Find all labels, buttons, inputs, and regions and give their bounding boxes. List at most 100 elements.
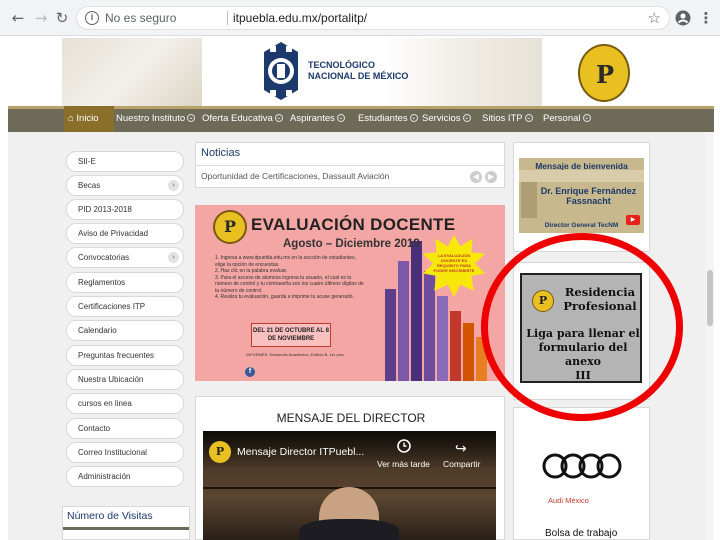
sidebar-item-label: Certificaciones ITP (78, 302, 146, 311)
url-text[interactable]: itpuebla.edu.mx/portalitp/ (233, 11, 367, 25)
menu-item-oferta-educativa[interactable]: Oferta Educativa ⌄ (202, 113, 283, 124)
sidebar-item-contacto[interactable]: Contacto (66, 418, 184, 439)
sidebar-item-label: cursos en linea (78, 399, 132, 408)
sidebar-item-label: Correo Institucional (78, 448, 147, 457)
pencil-graphic (398, 261, 409, 381)
evaluation-info: INFORMES: Desarrollo Académico, Edificio… (246, 352, 344, 357)
name-line: Fassnacht (566, 196, 611, 206)
video-frame (299, 519, 399, 540)
sidebar-item-label: SII-E (78, 157, 96, 166)
facebook-icon[interactable]: f (245, 367, 255, 377)
director-title: MENSAJE DEL DIRECTOR (276, 411, 426, 425)
welcome-banner[interactable]: Mensaje de bienvenida Dr. Enrique Fernán… (519, 158, 644, 233)
prev-news-button[interactable]: ◀ (470, 171, 482, 183)
menu-item-inicio-label[interactable]: ⌂ Inicio (68, 113, 99, 124)
menu-item-nuestro-instituto[interactable]: Nuestro Instituto ⌄ (116, 113, 196, 124)
menu-label: Sitios ITP (482, 113, 523, 124)
menu-item-estudiantes[interactable]: Estudiantes ⌄ (358, 113, 418, 124)
sidebar-item-label: Calendario (78, 326, 117, 335)
pencil-graphic (463, 323, 474, 381)
watch-later-button[interactable]: Ver más tarde (377, 459, 430, 469)
visits-title: Número de Visitas (67, 510, 153, 522)
sidebar-item-becas[interactable]: Becas › (66, 175, 184, 196)
pencil-graphic (411, 241, 422, 381)
video-player[interactable]: P Mensaje Director ITPuebl... Ver más ta… (203, 431, 496, 540)
evaluation-period: Agosto – Diciembre 2019 (283, 238, 420, 250)
logo-letter: P (215, 445, 225, 458)
menu-item-aspirantes[interactable]: Aspirantes ⌄ (290, 113, 345, 124)
menu-item-sitios-itp[interactable]: Sitios ITP ⌄ (482, 113, 533, 124)
sidebar-item-label: Preguntas frecuentes (78, 351, 155, 360)
audi-logo[interactable] (541, 452, 625, 480)
menu-label: Servicios (422, 113, 461, 124)
reload-button[interactable]: ↻ (54, 10, 70, 26)
starburst-text: LA EVALUACIÓN DOCENTE ES REQUISITO PARA … (433, 253, 475, 273)
channel-logo[interactable]: P (209, 441, 231, 463)
job-board-caption[interactable]: Bolsa de trabajo (545, 528, 617, 539)
star-icon[interactable]: ☆ (648, 9, 661, 27)
pencil-graphic (424, 271, 435, 381)
forward-button[interactable]: → (33, 10, 49, 26)
menu-item-personal[interactable]: Personal ⌄ (543, 113, 591, 124)
itp-logo[interactable]: P (578, 44, 630, 102)
institution-name: TECNOLÓGICO NACIONAL DE MÉXICO (308, 60, 408, 82)
share-icon[interactable]: ↪ (455, 440, 467, 457)
evaluation-banner[interactable]: P EVALUACIÓN DOCENTE Agosto – Diciembre … (195, 205, 505, 381)
sidebar-item-label: Contacto (78, 424, 111, 433)
highlight-circle (481, 233, 683, 421)
sidebar-item-label: Nuestra Ubicación (78, 375, 144, 384)
sidebar-item-correo[interactable]: Correo Institucional (66, 442, 184, 463)
share-button[interactable]: Compartir (443, 459, 480, 469)
sidebar-item-reglamentos[interactable]: Reglamentos (66, 272, 184, 293)
institution-line: NACIONAL DE MÉXICO (308, 71, 409, 81)
profile-icon[interactable] (675, 10, 691, 26)
scrollbar-thumb[interactable] (707, 270, 713, 326)
menu-label: Inicio (76, 113, 99, 124)
sidebar-item-label: Becas (78, 181, 101, 190)
browser-toolbar: ← → ↻ i No es seguro itpuebla.edu.mx/por… (0, 0, 720, 36)
sidebar-item-ubicacion[interactable]: Nuestra Ubicación (66, 369, 184, 390)
sidebar-item-certificaciones[interactable]: Certificaciones ITP (66, 296, 184, 317)
security-status[interactable]: No es seguro (105, 11, 176, 25)
menu-label: Personal (543, 113, 581, 124)
menu-item-servicios[interactable]: Servicios ⌄ (422, 113, 471, 124)
deadline-box: DEL 21 DE OCTUBRE AL 8 DE NOVIEMBRE (251, 323, 331, 347)
pencil-graphic (437, 296, 448, 381)
back-button[interactable]: ← (10, 10, 26, 26)
step-text: 4. Realiza tu evaluación, guarda e impri… (215, 294, 354, 300)
tecnm-logo[interactable] (260, 40, 302, 102)
news-title: Noticias (201, 147, 241, 159)
video-title[interactable]: Mensaje Director ITPuebl... (237, 446, 364, 458)
clock-icon[interactable] (397, 439, 411, 453)
separator (227, 11, 228, 25)
banner-stripe (519, 170, 644, 182)
menu-label: Nuestro Instituto (116, 113, 186, 124)
audi-brand: Audi México (548, 496, 589, 505)
news-panel: Noticias Oportunidad de Certificaciones,… (195, 142, 505, 188)
name-line: Dr. Enrique Fernández (540, 186, 637, 196)
menu-icon[interactable]: ⋮ (698, 10, 714, 26)
step-text: 3. Para el acceso de alumnos ingresa tu … (215, 274, 364, 294)
itp-logo: P (213, 210, 247, 244)
audi-brand-text: Audi México (548, 496, 589, 505)
sidebar-item-pid[interactable]: PID 2013-2018 (66, 199, 184, 220)
info-icon[interactable]: i (85, 11, 99, 25)
institution-line: TECNOLÓGICO (308, 60, 375, 70)
address-bar[interactable]: i No es seguro itpuebla.edu.mx/portalitp… (76, 6, 670, 30)
chevron-down-icon: ⌄ (582, 114, 591, 123)
chevron-right-icon: › (168, 180, 179, 191)
news-headline[interactable]: Oportunidad de Certificaciones, Dassault… (201, 171, 389, 181)
sidebar-item-preguntas[interactable]: Preguntas frecuentes (66, 345, 184, 366)
youtube-icon[interactable]: ▶ (626, 215, 640, 225)
page-scrollbar[interactable] (706, 132, 714, 540)
visits-panel: Número de Visitas (62, 506, 190, 540)
sidebar-item-calendario[interactable]: Calendario (66, 320, 184, 341)
sidebar-item-administracion[interactable]: Administración (66, 466, 184, 487)
sidebar-item-sii-e[interactable]: SII-E (66, 151, 184, 172)
step-text: 1. Ingresa a www.itpuebla.edu.mx en la s… (215, 255, 356, 268)
sidebar-item-label: Aviso de Privacidad (78, 229, 149, 238)
next-news-button[interactable]: ▶ (485, 171, 497, 183)
sidebar-item-cursos[interactable]: cursos en linea (66, 393, 184, 414)
sidebar-item-aviso-privacidad[interactable]: Aviso de Privacidad (66, 223, 184, 244)
sidebar-item-convocatorias[interactable]: Convocatorias › (66, 247, 184, 268)
